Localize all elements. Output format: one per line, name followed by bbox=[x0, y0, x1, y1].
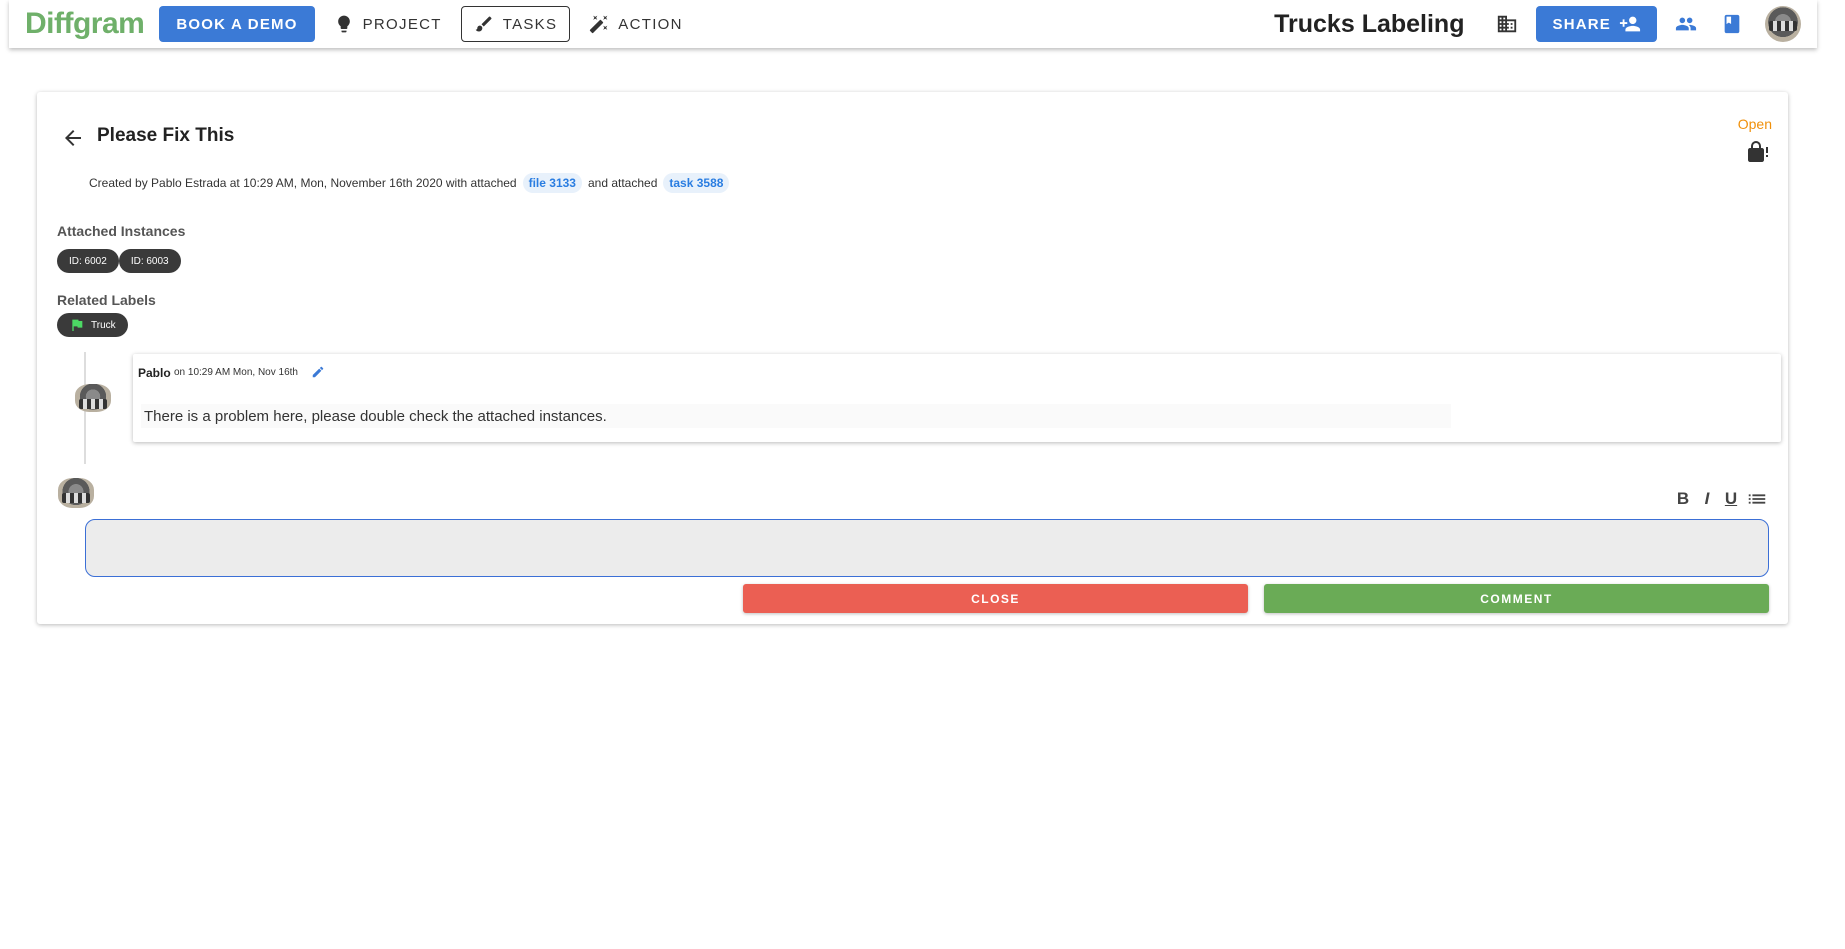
comment-body: There is a problem here, please double c… bbox=[141, 404, 1451, 428]
meta-created-text: Created by Pablo Estrada at 10:29 AM, Mo… bbox=[89, 176, 517, 190]
comment-card: Pablo on 10:29 AM Mon, Nov 16th There is… bbox=[133, 354, 1781, 442]
status-badge: Open bbox=[1737, 116, 1772, 132]
issue-card: Please Fix This Open Created by Pablo Es… bbox=[37, 92, 1788, 624]
org-button[interactable] bbox=[1489, 6, 1525, 42]
instance-chip[interactable]: ID: 6002 bbox=[57, 249, 119, 273]
comment-time: on 10:29 AM Mon, Nov 16th bbox=[174, 367, 298, 378]
meta-and-text: and attached bbox=[587, 176, 658, 190]
task-link[interactable]: task 3588 bbox=[663, 173, 730, 193]
nav-tasks-button[interactable]: TASKS bbox=[460, 6, 571, 42]
close-issue-button[interactable]: CLOSE bbox=[743, 584, 1248, 613]
attached-instances-heading: Attached Instances bbox=[57, 223, 186, 239]
instance-chip[interactable]: ID: 6003 bbox=[118, 249, 181, 273]
italic-button[interactable]: I bbox=[1698, 489, 1716, 509]
nav-project-label: PROJECT bbox=[362, 15, 442, 33]
underline-button[interactable]: U bbox=[1722, 489, 1740, 509]
brush-icon bbox=[475, 16, 492, 32]
top-navbar: Diffgram BOOK A DEMO PROJECT TASKS ACTIO… bbox=[9, 0, 1817, 48]
lightbulb-icon bbox=[337, 15, 350, 33]
nav-action-label: ACTION bbox=[618, 15, 683, 33]
issue-title: Please Fix This bbox=[97, 125, 235, 146]
instance-chips: ID: 6002 ID: 6003 bbox=[57, 249, 181, 273]
related-labels-heading: Related Labels bbox=[57, 292, 156, 308]
current-user-avatar bbox=[58, 478, 94, 508]
members-button[interactable] bbox=[1668, 6, 1704, 42]
issue-meta: Created by Pablo Estrada at 10:29 AM, Mo… bbox=[89, 173, 735, 193]
nav-tasks-label: TASKS bbox=[502, 15, 558, 33]
nav-project-button[interactable]: PROJECT bbox=[321, 6, 455, 42]
people-icon bbox=[1675, 17, 1697, 31]
flag-icon bbox=[72, 319, 83, 331]
editor-toolbar: B I U bbox=[1674, 488, 1768, 510]
docs-button[interactable] bbox=[1714, 6, 1750, 42]
file-link[interactable]: file 3133 bbox=[522, 173, 582, 193]
comment-author: Pablo bbox=[138, 366, 171, 380]
list-icon[interactable] bbox=[1746, 488, 1768, 510]
book-demo-button[interactable]: BOOK A DEMO bbox=[159, 6, 315, 42]
share-button[interactable]: SHARE bbox=[1536, 6, 1657, 42]
project-title[interactable]: Trucks Labeling bbox=[1274, 10, 1464, 39]
building-icon bbox=[1498, 15, 1517, 33]
diffgram-logo[interactable]: Diffgram bbox=[25, 7, 145, 41]
label-chip-truck[interactable]: Truck bbox=[57, 313, 128, 337]
book-icon bbox=[1724, 14, 1740, 34]
back-arrow-icon[interactable] bbox=[61, 126, 85, 150]
add-people-icon bbox=[1619, 16, 1641, 32]
share-label: SHARE bbox=[1552, 15, 1611, 33]
label-chips: Truck bbox=[57, 313, 128, 337]
user-avatar[interactable] bbox=[1765, 6, 1801, 42]
nav-action-button[interactable]: ACTION bbox=[576, 6, 695, 42]
comment-button[interactable]: COMMENT bbox=[1264, 584, 1769, 613]
lock-alert-icon[interactable] bbox=[1746, 140, 1770, 164]
label-chip-text: Truck bbox=[91, 319, 116, 331]
pencil-icon[interactable] bbox=[311, 365, 325, 379]
comment-editor[interactable] bbox=[85, 519, 1769, 577]
magic-wand-icon bbox=[590, 15, 608, 34]
comment-author-avatar bbox=[75, 384, 111, 412]
bold-button[interactable]: B bbox=[1674, 489, 1692, 509]
